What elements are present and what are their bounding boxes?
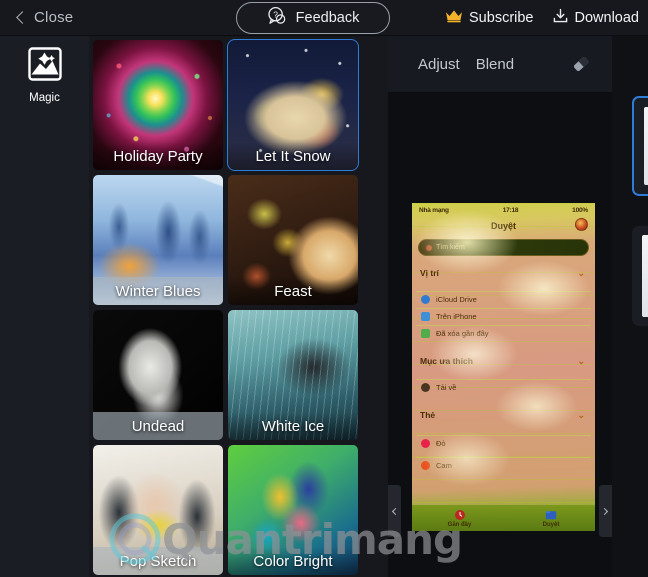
feedback-button[interactable]: ? Feedback (236, 2, 390, 34)
effect-thumb-undead[interactable]: Undead (93, 310, 223, 440)
download-button[interactable]: Download (552, 8, 640, 29)
eraser-button[interactable] (570, 53, 592, 75)
eraser-icon (573, 57, 589, 72)
question-speech-bubble-icon: ? (267, 6, 287, 30)
top-bar: Close ? Feedback Subscribe Download (0, 0, 648, 36)
magic-photo-icon (24, 43, 66, 90)
tab-blend[interactable]: Blend (476, 56, 514, 73)
effect-thumb-label: Holiday Party (93, 142, 223, 170)
edge-card-thumb (644, 107, 648, 185)
preview-filter-glow (412, 203, 595, 531)
preview-next-button[interactable] (599, 485, 612, 537)
edge-card-selected[interactable] (632, 96, 648, 196)
effects-grid-inner: Holiday Party Let It Snow Winter Blues F… (93, 39, 385, 577)
close-label: Close (34, 9, 74, 26)
effect-thumb-label: Color Bright (228, 547, 358, 575)
sidebar-item-label: Magic (29, 92, 60, 104)
effect-thumb-label: Pop Sketch (93, 547, 223, 575)
edge-card[interactable] (632, 226, 648, 326)
close-button[interactable]: Close (16, 9, 74, 26)
preview-prev-button[interactable] (388, 485, 401, 537)
effect-thumb-holiday-party[interactable]: Holiday Party (93, 40, 223, 170)
effect-thumb-label: Feast (228, 277, 358, 305)
effect-thumb-label: Winter Blues (93, 277, 223, 305)
panel-header: Adjust Blend (388, 36, 612, 93)
download-label: Download (574, 10, 640, 26)
chevron-left-icon (16, 11, 29, 24)
effect-thumb-feast[interactable]: Feast (228, 175, 358, 305)
chevron-left-icon (391, 507, 400, 515)
chevron-right-icon (600, 507, 609, 515)
right-panel: Adjust Blend Nhà mạng 17:18 100% Duyệt (388, 36, 648, 577)
subscribe-button[interactable]: Subscribe (445, 9, 534, 28)
effect-thumb-label: Let It Snow (228, 142, 358, 170)
effect-thumb-color-bright[interactable]: Color Bright (228, 445, 358, 575)
feedback-label: Feedback (295, 10, 360, 26)
effects-grid[interactable]: Holiday Party Let It Snow Winter Blues F… (89, 36, 388, 577)
download-icon (552, 8, 569, 29)
effect-thumb-label: White Ice (228, 412, 358, 440)
top-bar-actions: Subscribe Download (445, 0, 639, 36)
preview-image[interactable]: Nhà mạng 17:18 100% Duyệt Tìm kiếm Vị tr… (412, 203, 595, 531)
crown-icon (445, 9, 463, 28)
tab-adjust[interactable]: Adjust (418, 56, 460, 73)
effect-thumb-pop-sketch[interactable]: Pop Sketch (93, 445, 223, 575)
effect-thumb-let-it-snow[interactable]: Let It Snow (227, 39, 359, 171)
left-tool-rail: Magic (0, 36, 89, 577)
effect-thumb-white-ice[interactable]: White Ice (228, 310, 358, 440)
sidebar-item-magic[interactable]: Magic (0, 43, 89, 104)
svg-text:?: ? (273, 9, 278, 19)
edge-card-thumb (642, 235, 648, 317)
subscribe-label: Subscribe (469, 10, 534, 26)
preview-canvas: Nhà mạng 17:18 100% Duyệt Tìm kiếm Vị tr… (388, 93, 612, 577)
effect-thumb-label: Undead (93, 412, 223, 440)
effect-thumb-winter-blues[interactable]: Winter Blues (93, 175, 223, 305)
